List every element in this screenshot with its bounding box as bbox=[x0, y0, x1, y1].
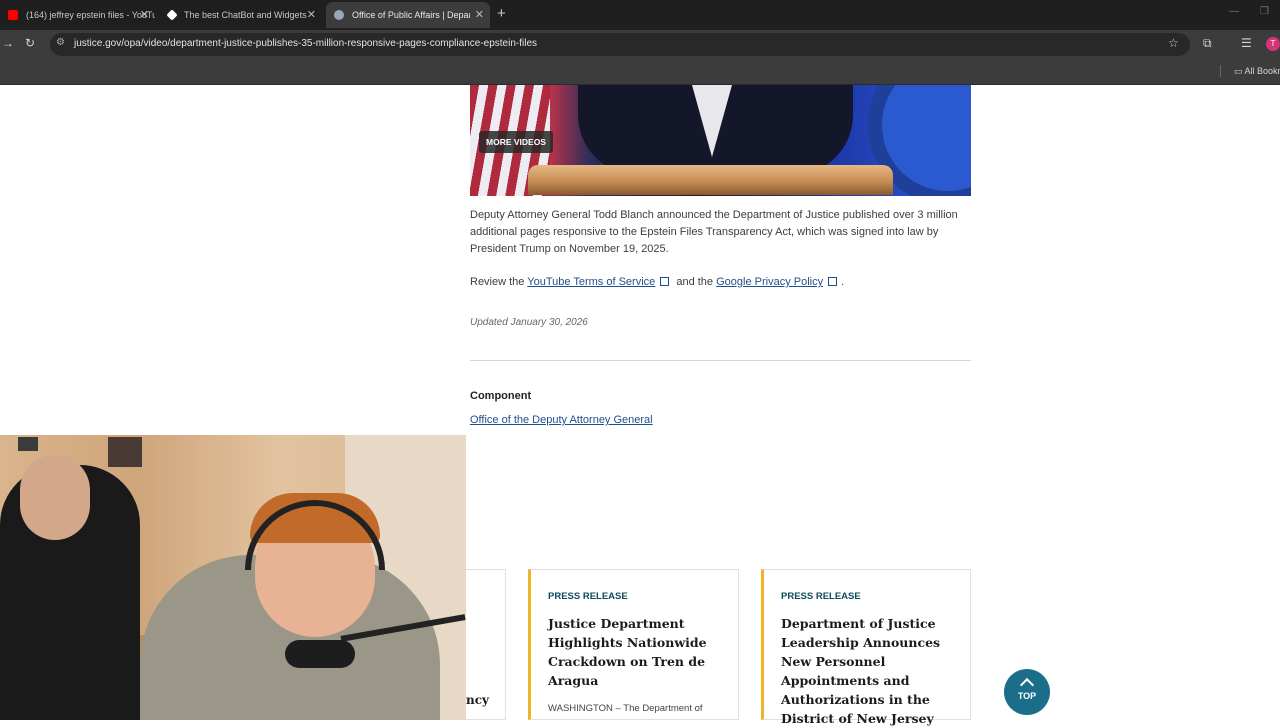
component-label: Component bbox=[470, 390, 532, 402]
close-icon[interactable]: ✕ bbox=[140, 8, 149, 21]
review-prefix: Review the bbox=[470, 276, 528, 288]
related-card-partial[interactable]: ncy bbox=[466, 569, 506, 720]
google-privacy-link[interactable]: Google Privacy Policy bbox=[716, 276, 823, 288]
tab-title: The best ChatBot and Widgets bbox=[184, 10, 307, 20]
top-label: TOP bbox=[1017, 691, 1037, 701]
doj-seal-icon bbox=[334, 10, 344, 20]
review-terms: Review the YouTube Terms of Service and … bbox=[470, 276, 844, 288]
restore-icon[interactable]: ❐ bbox=[1260, 6, 1269, 17]
bookmarks-divider bbox=[1220, 65, 1221, 77]
microphone bbox=[285, 640, 355, 668]
tab-chatbot[interactable]: The best ChatBot and Widgets ✕ bbox=[160, 2, 322, 28]
back-to-top-button[interactable]: TOP bbox=[1004, 669, 1050, 715]
related-card[interactable]: PRESS RELEASE Department of Justice Lead… bbox=[761, 569, 971, 726]
all-bookmarks-folder[interactable]: ▭ All Bookmarks bbox=[1234, 66, 1280, 77]
youtube-icon bbox=[8, 10, 18, 20]
video-description: Deputy Attorney General Todd Blanch anno… bbox=[470, 209, 958, 255]
plus-icon[interactable]: + bbox=[497, 5, 506, 22]
close-icon[interactable]: ✕ bbox=[307, 8, 316, 21]
bookmarks-bar: ▭ All Bookmarks bbox=[0, 58, 1280, 85]
wall-poster bbox=[18, 437, 38, 451]
puzzle-icon[interactable]: ⧉ bbox=[1203, 36, 1212, 51]
card-body: WASHINGTON – The Department of bbox=[548, 703, 703, 714]
card-title[interactable]: Department of Justice Leadership Announc… bbox=[781, 614, 966, 728]
tab-youtube[interactable]: (164) jeffrey epstein files - YouTube ✕ bbox=[0, 2, 155, 28]
tab-doj[interactable]: Office of Public Affairs | Department of… bbox=[326, 2, 490, 28]
tab-strip: (164) jeffrey epstein files - YouTube ✕ … bbox=[0, 0, 1280, 30]
person-left-head bbox=[20, 455, 90, 540]
star-icon[interactable]: ☆ bbox=[1168, 36, 1179, 50]
forward-icon[interactable]: → bbox=[2, 36, 14, 50]
review-suffix: . bbox=[841, 276, 845, 288]
minimize-icon[interactable]: — bbox=[1229, 6, 1239, 17]
tab-title: (164) jeffrey epstein files - YouTube bbox=[26, 10, 155, 20]
wall-poster bbox=[108, 437, 142, 467]
site-info-icon[interactable]: ⚙ bbox=[56, 37, 65, 48]
folder-icon: ▭ bbox=[1234, 66, 1243, 76]
video-player[interactable]: MORE VIDEOS bbox=[470, 85, 971, 196]
external-link-icon bbox=[828, 277, 838, 286]
diamond-icon bbox=[166, 9, 178, 21]
updated-date: Updated January 30, 2026 bbox=[470, 317, 588, 328]
card-kind: PRESS RELEASE bbox=[781, 591, 861, 602]
more-videos-button[interactable]: MORE VIDEOS bbox=[479, 131, 553, 153]
card-title-fragment: ncy bbox=[466, 693, 490, 707]
podium-image bbox=[528, 165, 893, 195]
divider bbox=[470, 360, 971, 361]
url-text[interactable]: justice.gov/opa/video/department-justice… bbox=[74, 38, 537, 49]
card-kind: PRESS RELEASE bbox=[548, 591, 628, 602]
webcam-overlay bbox=[0, 435, 466, 720]
tab-search-icon[interactable]: ☰ bbox=[1241, 36, 1252, 50]
chevron-up-icon bbox=[1019, 677, 1035, 693]
folder-label: All Bookmarks bbox=[1244, 66, 1280, 76]
reload-icon[interactable]: ↻ bbox=[25, 36, 35, 50]
card-title[interactable]: Justice Department Highlights Nationwide… bbox=[548, 614, 733, 690]
external-link-icon bbox=[660, 277, 670, 286]
related-card[interactable]: PRESS RELEASE Justice Department Highlig… bbox=[528, 569, 739, 720]
youtube-terms-link[interactable]: YouTube Terms of Service bbox=[527, 276, 655, 288]
review-mid: and the bbox=[673, 276, 717, 288]
profile-avatar[interactable]: T bbox=[1266, 37, 1280, 51]
component-link[interactable]: Office of the Deputy Attorney General bbox=[470, 414, 653, 426]
address-bar[interactable]: ⚙ justice.gov/opa/video/department-justi… bbox=[50, 33, 1190, 56]
tab-title: Office of Public Affairs | Department of… bbox=[352, 10, 470, 20]
browser-toolbar: → ↻ ⚙ justice.gov/opa/video/department-j… bbox=[0, 30, 1280, 58]
close-icon[interactable]: ✕ bbox=[475, 8, 484, 21]
